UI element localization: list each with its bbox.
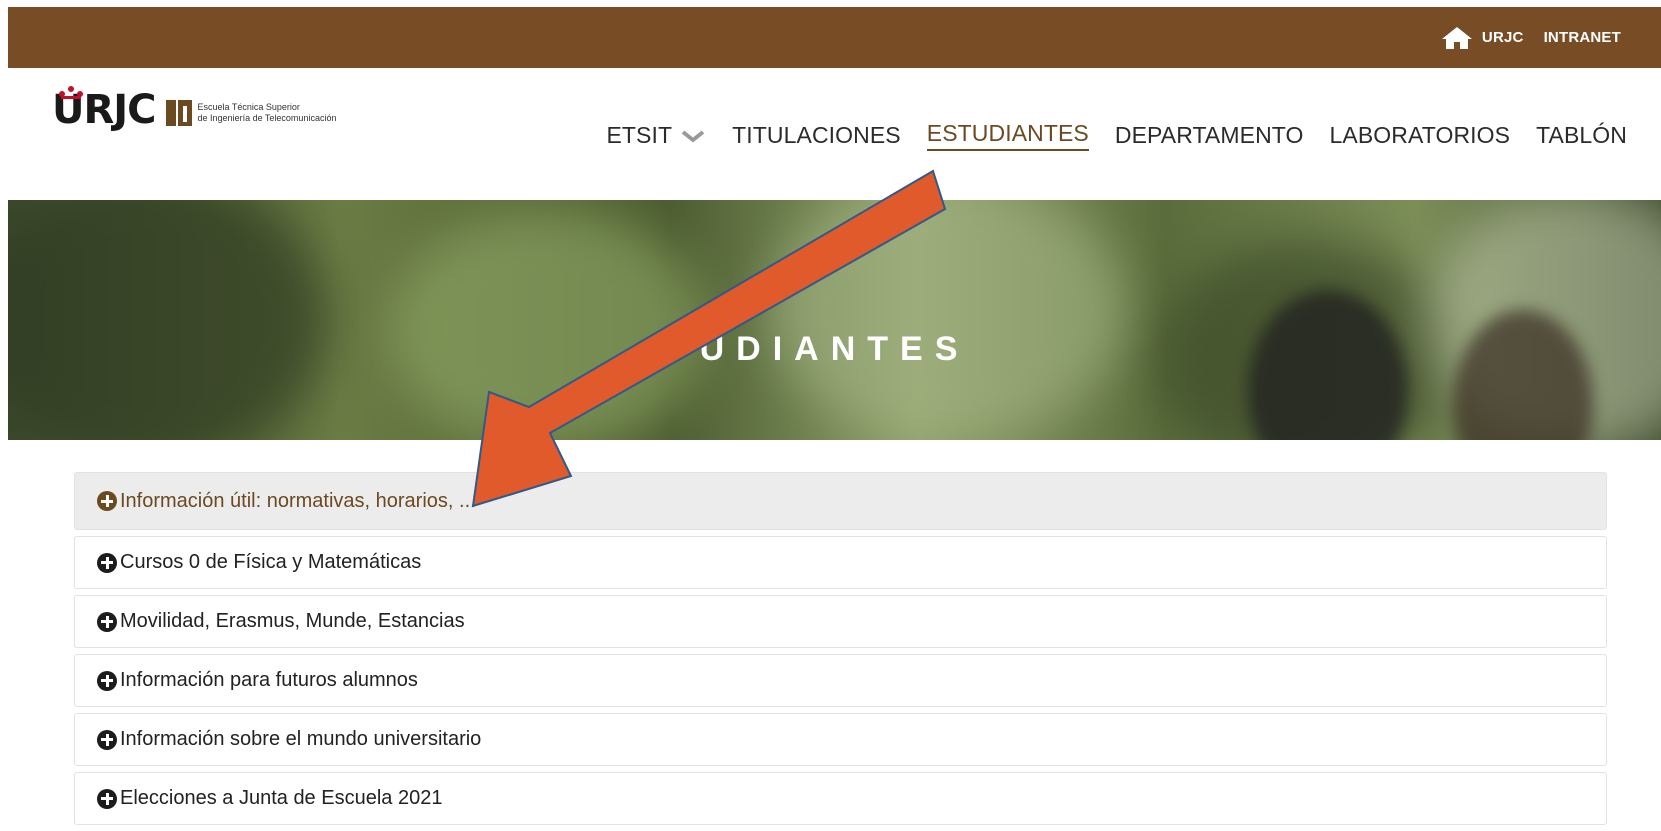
top-link-intranet[interactable]: INTRANET — [1544, 29, 1621, 46]
accordion-item-label: Información útil: normativas, horarios, … — [120, 489, 476, 512]
plus-circle-icon — [97, 491, 117, 511]
school-line-2: de Ingeniería de Telecomunicación — [197, 113, 337, 123]
accordion-item-label: Información para futuros alumnos — [120, 669, 418, 691]
school-name: Escuela Técnica Superior de Ingeniería d… — [198, 102, 337, 124]
top-links: URJC INTRANET — [1440, 25, 1621, 51]
accordion: Información útil: normativas, horarios, … — [74, 472, 1607, 831]
plus-circle-icon — [97, 788, 117, 809]
school-logo: Escuela Técnica Superior de Ingeniería d… — [165, 100, 337, 126]
nav-item-etsit[interactable]: ETSIT — [606, 122, 706, 149]
plus-circle-icon — [97, 611, 117, 632]
school-line-1: Escuela Técnica Superior — [197, 102, 300, 112]
plus-circle-icon — [97, 552, 117, 573]
accordion-item[interactable]: Información para futuros alumnos — [74, 654, 1607, 707]
accordion-item-label: Movilidad, Erasmus, Munde, Estancias — [120, 610, 465, 632]
nav-item-titulaciones[interactable]: TITULACIONES — [732, 122, 901, 149]
nav-item-tablon[interactable]: TABLÓN — [1536, 122, 1627, 149]
hero-photo-texture — [388, 210, 708, 440]
hero-photo-texture — [8, 200, 328, 440]
top-bar: URJC INTRANET — [8, 7, 1661, 68]
accordion-item[interactable]: Cursos 0 de Física y Matemáticas — [74, 536, 1607, 589]
plus-circle-icon — [97, 729, 117, 750]
urjc-logo-mark: URJC — [52, 86, 157, 130]
accordion-item-label: Elecciones a Junta de Escuela 2021 — [120, 787, 443, 809]
nav-item-etsit-label: ETSIT — [606, 122, 673, 148]
hero-photo-texture — [768, 200, 1128, 440]
accordion-item-label: Cursos 0 de Física y Matemáticas — [120, 551, 422, 573]
accordion-item[interactable]: Información útil: normativas, horarios, … — [74, 472, 1607, 530]
nav-item-estudiantes[interactable]: ESTUDIANTES — [926, 120, 1089, 151]
accordion-item[interactable]: Información sobre el mundo universitario — [74, 713, 1607, 766]
nav-item-departamento[interactable]: DEPARTAMENTO — [1115, 122, 1304, 149]
top-link-urjc[interactable]: URJC — [1440, 25, 1524, 51]
nav-item-laboratorios[interactable]: LABORATORIOS — [1330, 122, 1511, 149]
main-nav: ETSIT TITULACIONES ESTUDIANTES DEPARTAME… — [606, 120, 1627, 151]
site-logo[interactable]: URJC Escuela Técnica Superior de Ingenie… — [52, 86, 337, 130]
page-title: UDIANTES — [699, 330, 970, 368]
accordion-item[interactable]: Elecciones a Junta de Escuela 2021 — [74, 772, 1607, 825]
site-header: URJC Escuela Técnica Superior de Ingenie… — [8, 68, 1661, 200]
plus-circle-icon — [97, 670, 117, 691]
top-link-urjc-label: URJC — [1481, 29, 1524, 46]
etsit-logo-icon — [165, 100, 192, 126]
accordion-item[interactable]: Movilidad, Erasmus, Munde, Estancias — [74, 595, 1607, 648]
chevron-down-icon — [680, 127, 706, 145]
crown-icon — [59, 86, 83, 99]
hero-banner: UDIANTES — [8, 200, 1661, 440]
home-icon — [1440, 25, 1474, 51]
accordion-item-label: Información sobre el mundo universitario — [120, 728, 482, 750]
